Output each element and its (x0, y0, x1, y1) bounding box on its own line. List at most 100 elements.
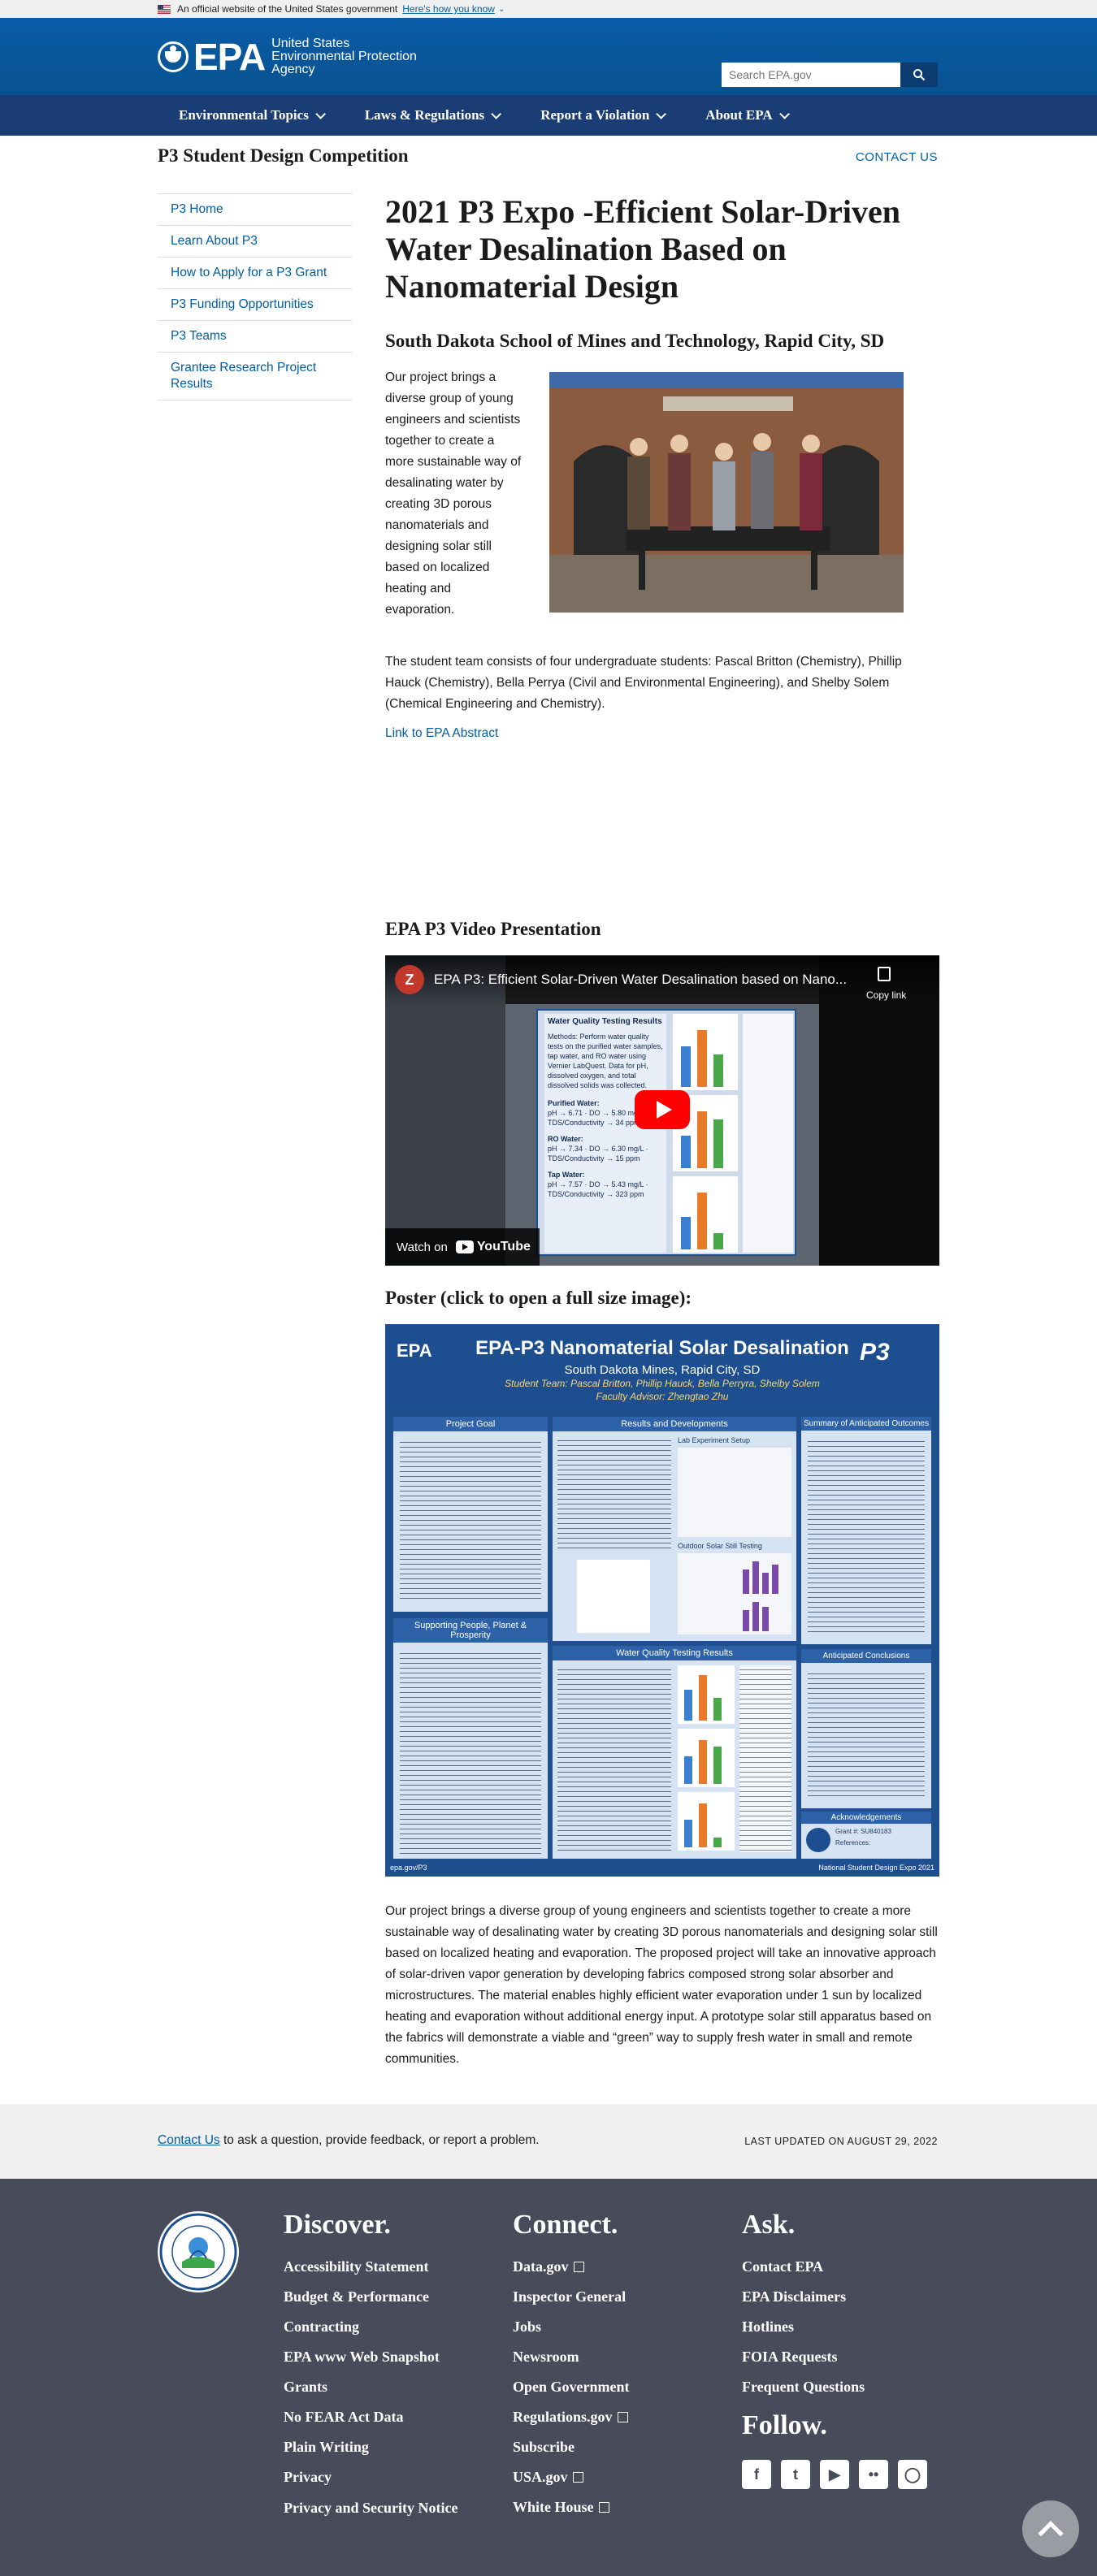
chevron-down-icon[interactable]: ⌄ (498, 5, 505, 14)
logo-word: EPA (193, 36, 266, 78)
footer-link-regulations-gov[interactable]: Regulations.gov (513, 2402, 613, 2432)
search-input[interactable] (722, 63, 900, 87)
flickr-icon[interactable]: •• (859, 2460, 888, 2489)
search-button[interactable] (900, 63, 938, 87)
footer-link-budget[interactable]: Budget & Performance (284, 2282, 462, 2312)
footer-link-foia[interactable]: FOIA Requests (742, 2342, 865, 2372)
connect-heading: Connect. (513, 2210, 618, 2240)
agency-line-3: Agency (271, 63, 315, 76)
team-photo-illustration (549, 372, 904, 613)
chevron-down-icon (491, 108, 502, 119)
sidebar-item-learn-about-p3[interactable]: Learn About P3 (158, 225, 353, 257)
microsite-title[interactable]: P3 Student Design Competition (158, 145, 409, 167)
poster-image[interactable]: EPA EPA-P3 Nanomaterial Solar Desalinati… (385, 1324, 939, 1877)
poster-results-text (557, 1436, 671, 1550)
footer-link-white-house[interactable]: White House (513, 2492, 594, 2522)
footer-link-contact-epa[interactable]: Contact EPA (742, 2252, 865, 2282)
slide-methods: Methods: Perform water quality tests on … (548, 1033, 663, 1089)
footer-link-accessibility[interactable]: Accessibility Statement (284, 2252, 462, 2282)
poster-schematic (577, 1560, 650, 1633)
copy-icon[interactable] (878, 967, 891, 981)
page-title: 2021 P3 Expo -Efficient Solar-Driven Wat… (385, 193, 901, 305)
sidebar-item-p3-teams[interactable]: P3 Teams (158, 320, 353, 352)
play-button[interactable] (635, 1090, 690, 1129)
footer-link-no-fear[interactable]: No FEAR Act Data (284, 2402, 462, 2432)
seal-graphic (159, 2213, 237, 2291)
instagram-icon[interactable]: ◯ (898, 2460, 927, 2489)
footer-link-faq[interactable]: Frequent Questions (742, 2372, 865, 2402)
gov-banner-text: An official website of the United States… (177, 3, 398, 15)
slide-text-panel: Water Quality Testing Results Methods: P… (544, 1014, 666, 1253)
facebook-icon[interactable]: f (742, 2460, 771, 2489)
poster-summary-heading: Summary of Anticipated Outcomes (801, 1417, 931, 1431)
project-description: Our project brings a diverse group of yo… (385, 1904, 938, 2066)
social-links: f t ▶ •• ◯ (742, 2460, 937, 2489)
footer-link-privacy[interactable]: Privacy (284, 2462, 462, 2492)
sidebar-item-grantee-results[interactable]: Grantee Research Project Results (158, 352, 353, 400)
copy-link-label[interactable]: Copy link (866, 989, 906, 1001)
footer-link-newsroom[interactable]: Newsroom (513, 2342, 630, 2372)
poster-water-notes (739, 1665, 791, 1852)
sidebar-nav: P3 Home Learn About P3 How to Apply for … (158, 193, 353, 400)
poster-students: Student Team: Pascal Britton, Phillip Ha… (505, 1378, 820, 1389)
youtube-icon[interactable]: ▶ (820, 2460, 849, 2489)
footer-link-privacy-security[interactable]: Privacy and Security Notice (284, 2499, 462, 2517)
contact-us-link[interactable]: CONTACT US (856, 150, 938, 164)
footer-link-open-government[interactable]: Open Government (513, 2372, 630, 2402)
poster-conclusions-text (808, 1669, 925, 1799)
team-photo (549, 372, 904, 613)
site-footer: Discover. Accessibility Statement Budget… (0, 2179, 1097, 2576)
poster-water-panel: Water Quality Testing Results (553, 1646, 796, 1859)
youtube-wordmark: YouTube (476, 1240, 531, 1253)
twitter-icon[interactable]: t (781, 2460, 810, 2489)
epa-logo[interactable]: EPA United States Environmental Protecti… (158, 37, 417, 76)
footer-link-web-snapshot[interactable]: EPA www Web Snapshot (284, 2342, 462, 2372)
back-to-top-button[interactable] (1022, 2500, 1079, 2557)
watch-on-youtube-button[interactable]: Watch on YouTube (385, 1228, 540, 1266)
heres-how-link[interactable]: Here's how you know (402, 3, 495, 15)
microsite-titlebar: P3 Student Design Competition CONTACT US (0, 136, 1097, 184)
poster-p3-logo: P3 (860, 1339, 890, 1366)
intro-section: Our project brings a diverse group of yo… (385, 367, 939, 643)
youtube-video-embed[interactable]: Water Quality Testing Results Methods: P… (385, 955, 939, 1266)
poster-summary-panel: Summary of Anticipated Outcomes (801, 1417, 931, 1644)
poster-title: EPA-P3 Nanomaterial Solar Desalination (475, 1337, 849, 1359)
footer-link-grants[interactable]: Grants (284, 2372, 462, 2402)
footer-link-subscribe[interactable]: Subscribe (513, 2432, 630, 2462)
sidebar-item-how-to-apply[interactable]: How to Apply for a P3 Grant (158, 257, 353, 288)
epa-abstract-link[interactable]: Link to EPA Abstract (385, 726, 498, 741)
poster-summary-text (808, 1437, 925, 1632)
footer-discover: Discover. Accessibility Statement Budget… (284, 2210, 462, 2517)
poster-lab-figure (678, 1448, 791, 1537)
footer-link-contracting[interactable]: Contracting (284, 2312, 462, 2342)
nav-laws-regulations[interactable]: Laws & Regulations (364, 107, 502, 123)
contact-us-feedback-link[interactable]: Contact Us (158, 2133, 220, 2147)
footer-link-jobs[interactable]: Jobs (513, 2312, 630, 2342)
sidebar-item-p3-home[interactable]: P3 Home (158, 193, 353, 225)
us-flag-icon (158, 4, 171, 14)
nav-label: About EPA (705, 107, 773, 123)
footer-connect: Connect. Data.gov Inspector General Jobs… (513, 2210, 630, 2522)
youtube-logo-icon (455, 1240, 474, 1253)
footer-link-plain-writing[interactable]: Plain Writing (284, 2432, 462, 2462)
feedback-message: to ask a question, provide feedback, or … (219, 2133, 540, 2147)
nav-about-epa[interactable]: About EPA (705, 107, 790, 123)
feedback-strip: Contact Us to ask a question, provide fe… (0, 2104, 1097, 2179)
nav-report-violation[interactable]: Report a Violation (540, 107, 667, 123)
footer-link-hotlines[interactable]: Hotlines (742, 2312, 865, 2342)
nav-environmental-topics[interactable]: Environmental Topics (179, 107, 326, 123)
footer-link-inspector-general[interactable]: Inspector General (513, 2282, 630, 2312)
footer-link-usa-gov[interactable]: USA.gov (513, 2462, 568, 2492)
poster-footer-right: National Student Design Expo 2021 (818, 1864, 934, 1872)
poster-outdoor: Outdoor Solar Still Testing (678, 1542, 762, 1550)
footer-link-data-gov[interactable]: Data.gov (513, 2252, 569, 2282)
poster-footer-left: epa.gov/P3 (390, 1864, 427, 1872)
sidebar-item-funding[interactable]: P3 Funding Opportunities (158, 288, 353, 320)
poster-conclusions-heading: Anticipated Conclusions (801, 1649, 931, 1663)
channel-avatar[interactable]: Z (395, 965, 424, 994)
site-header: EPA United States Environmental Protecti… (0, 18, 1097, 95)
nav-label: Laws & Regulations (364, 107, 485, 123)
video-title[interactable]: EPA P3: Efficient Solar-Driven Water Des… (434, 972, 889, 988)
video-slide: Water Quality Testing Results Methods: P… (536, 1009, 796, 1256)
footer-link-disclaimers[interactable]: EPA Disclaimers (742, 2282, 865, 2312)
